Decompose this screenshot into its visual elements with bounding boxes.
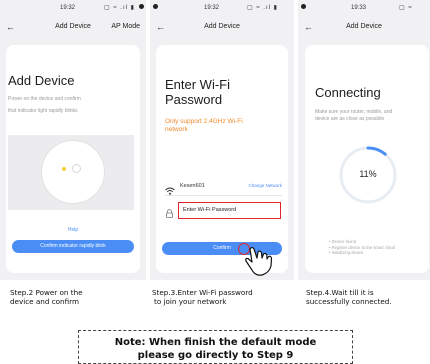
progress-percent: 11%: [359, 169, 377, 179]
device-button-icon: [72, 164, 81, 173]
status-time: 19:33: [351, 5, 367, 11]
ap-mode-button[interactable]: AP Mode: [111, 23, 140, 30]
status-icons: ▢ ≈ .ıl ▮: [247, 5, 278, 11]
confirm-blink-button[interactable]: Confirm indicator rapidly blink: [12, 240, 134, 253]
status-time: 19:32: [60, 5, 76, 11]
status-icons: ▢ ≈: [399, 5, 413, 11]
wifi-icon: [165, 182, 175, 195]
progress-ring: 11%: [336, 143, 400, 207]
wifi-password-input[interactable]: Enter Wi-Fi Password: [178, 202, 281, 219]
heading-line-2: Password: [165, 92, 223, 107]
status-time: 19:32: [204, 5, 220, 11]
camera-dot: [153, 4, 158, 9]
status-bar: 19:32 ▢ ≈ .ıl ▮: [0, 0, 146, 18]
screen-add-device-ap: 19:32 ▢ ≈ .ıl ▮ ← Add Device AP Mode Add…: [0, 0, 146, 280]
page-heading: Add Device: [8, 73, 75, 88]
add-device-card: Add Device Power on the device and confi…: [6, 45, 140, 273]
device-illustration: [8, 135, 134, 210]
device-image: [41, 140, 105, 204]
navbar: ← Add Device AP Mode: [0, 18, 146, 38]
screen-enter-wifi: 19:32 ▢ ≈ .ıl ▮ ← Add Device Enter Wi-Fi…: [150, 0, 294, 280]
indicator-light-icon: [62, 167, 66, 171]
page-heading: Connecting: [315, 85, 381, 100]
status-icons: ▢ ≈ .ıl ▮: [104, 5, 135, 11]
help-link[interactable]: Help: [6, 227, 140, 233]
camera-dot: [139, 4, 144, 9]
frequency-warning-1: Only support 2.4GHz Wi-Fi: [165, 118, 243, 125]
instruction-line-1: Make sure your router, mobile, and: [315, 109, 393, 115]
nav-title: Add Device: [204, 23, 240, 30]
status-bar: 19:33 ▢ ≈: [298, 0, 430, 18]
step-initializing: • Initializing device: [329, 250, 364, 255]
change-network-link[interactable]: Change Network: [248, 183, 282, 188]
navbar: ← Add Device: [298, 18, 430, 38]
screen-connecting: 19:33 ▢ ≈ ← Add Device Connecting Make s…: [298, 0, 430, 280]
heading-line-1: Enter Wi-Fi: [165, 77, 230, 92]
camera-dot: [301, 4, 306, 9]
navbar: ← Add Device: [150, 18, 294, 38]
lock-icon: [165, 205, 174, 218]
caption-step-3: Step.3.Enter Wi-Fi password to join your…: [152, 288, 253, 306]
instruction-line-1: Power on the device and confirm: [8, 96, 81, 102]
note-box: Note: When finish the default mode pleas…: [78, 330, 353, 364]
nav-title: Add Device: [346, 23, 382, 30]
caption-step-2: Step.2 Power on the device and confirm: [10, 288, 83, 306]
wifi-ssid: Kesen601: [180, 183, 205, 189]
instruction-line-2: that indicator light rapidly blinks: [8, 108, 78, 114]
note-line-1: Note: When finish the default mode: [114, 337, 317, 348]
caption-step-4: Step.4.Wait till it is successfully conn…: [306, 288, 392, 306]
hand-pointer-icon: [244, 246, 282, 278]
divider: [165, 195, 282, 196]
instruction-line-2: device are as close as possible: [315, 116, 385, 122]
status-bar: 19:32 ▢ ≈ .ıl ▮: [150, 0, 294, 18]
wifi-card: Enter Wi-Fi Password Only support 2.4GHz…: [156, 45, 288, 273]
progress-steps: • Device found • Register device to the …: [329, 239, 395, 256]
note-line-2: please go directly to Step 9: [137, 350, 294, 361]
frequency-warning-2: network: [165, 126, 188, 133]
connecting-card: Connecting Make sure your router, mobile…: [305, 45, 429, 273]
